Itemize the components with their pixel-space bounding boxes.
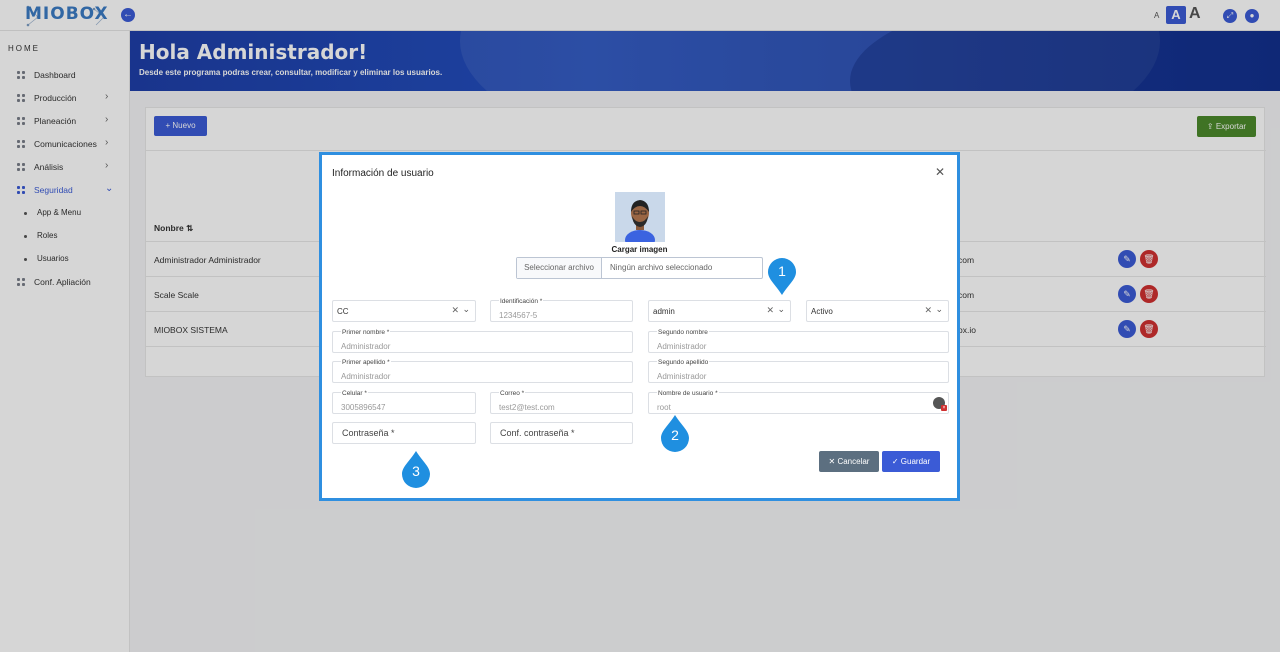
username-field[interactable]: Nombre de usuario * root ×: [648, 390, 949, 414]
phone-value: 3005896547: [341, 403, 386, 412]
second-lastname-label: Segundo apellido: [657, 359, 710, 366]
clear-icon[interactable]: ✕: [766, 305, 774, 316]
second-lastname-value: Administrador: [657, 372, 707, 381]
first-lastname-label: Primer apellido *: [341, 359, 391, 366]
status-value: Activo: [811, 307, 833, 316]
first-lastname-field[interactable]: Primer apellido * Administrador: [332, 359, 633, 383]
select-file-button[interactable]: Seleccionar archivo: [517, 258, 602, 278]
upload-image-label: Cargar imagen: [611, 245, 668, 254]
save-button[interactable]: ✓ Guardar: [882, 451, 940, 472]
document-type-value: CC: [337, 307, 349, 316]
role-value: admin: [653, 307, 675, 316]
password-placeholder: Contraseña *: [342, 428, 395, 438]
email-field[interactable]: Correo * test2@test.com: [490, 390, 633, 414]
step-marker-label: 3: [412, 463, 420, 479]
email-value: test2@test.com: [499, 403, 555, 412]
role-select[interactable]: admin ✕ ⌄: [648, 300, 791, 322]
clear-icon[interactable]: ✕: [924, 305, 932, 316]
avatar: [615, 192, 665, 242]
close-icon[interactable]: ✕: [935, 165, 945, 179]
document-type-select[interactable]: CC ✕ ⌄: [332, 300, 476, 322]
identification-label: Identificación *: [499, 298, 544, 305]
email-label: Correo *: [499, 390, 526, 397]
second-name-field[interactable]: Segundo nombre Administrador: [648, 329, 949, 353]
user-info-modal: Información de usuario ✕ Cargar imagen S…: [319, 152, 960, 501]
confirm-password-placeholder: Conf. contraseña *: [500, 428, 575, 438]
first-lastname-value: Administrador: [341, 372, 391, 381]
check-icon: ✓: [891, 457, 901, 466]
phone-label: Celular *: [341, 390, 368, 397]
modal-title: Información de usuario: [332, 168, 434, 179]
file-input[interactable]: Seleccionar archivo Ningún archivo selec…: [516, 257, 763, 279]
identification-field[interactable]: Identificación * 1234567-5: [490, 298, 633, 322]
cancel-button[interactable]: ✕ Cancelar: [819, 451, 879, 472]
first-name-field[interactable]: Primer nombre * Administrador: [332, 329, 633, 353]
chevron-down-icon[interactable]: ⌄: [935, 304, 943, 315]
chevron-down-icon[interactable]: ⌄: [462, 304, 470, 315]
cancel-button-label: Cancelar: [837, 457, 870, 466]
step-marker-2: 2: [660, 414, 690, 452]
first-name-value: Administrador: [341, 342, 391, 351]
password-field[interactable]: Contraseña *: [332, 422, 476, 444]
phone-field[interactable]: Celular * 3005896547: [332, 390, 476, 414]
file-status: Ningún archivo seleccionado: [610, 263, 713, 272]
confirm-password-field[interactable]: Conf. contraseña *: [490, 422, 633, 444]
user-remove-icon[interactable]: ×: [933, 397, 947, 411]
first-name-label: Primer nombre *: [341, 329, 391, 336]
second-name-label: Segundo nombre: [657, 329, 709, 336]
second-name-value: Administrador: [657, 342, 707, 351]
chevron-down-icon[interactable]: ⌄: [777, 304, 785, 315]
step-marker-label: 1: [778, 263, 786, 279]
step-marker-label: 2: [671, 427, 679, 443]
clear-icon[interactable]: ✕: [451, 305, 459, 316]
identification-value: 1234567-5: [499, 311, 538, 320]
status-select[interactable]: Activo ✕ ⌄: [806, 300, 949, 322]
second-lastname-field[interactable]: Segundo apellido Administrador: [648, 359, 949, 383]
save-button-label: Guardar: [900, 457, 931, 466]
step-marker-1: 1: [767, 258, 797, 296]
username-label: Nombre de usuario *: [657, 390, 719, 397]
username-value: root: [657, 403, 671, 412]
step-marker-3: 3: [401, 450, 431, 488]
